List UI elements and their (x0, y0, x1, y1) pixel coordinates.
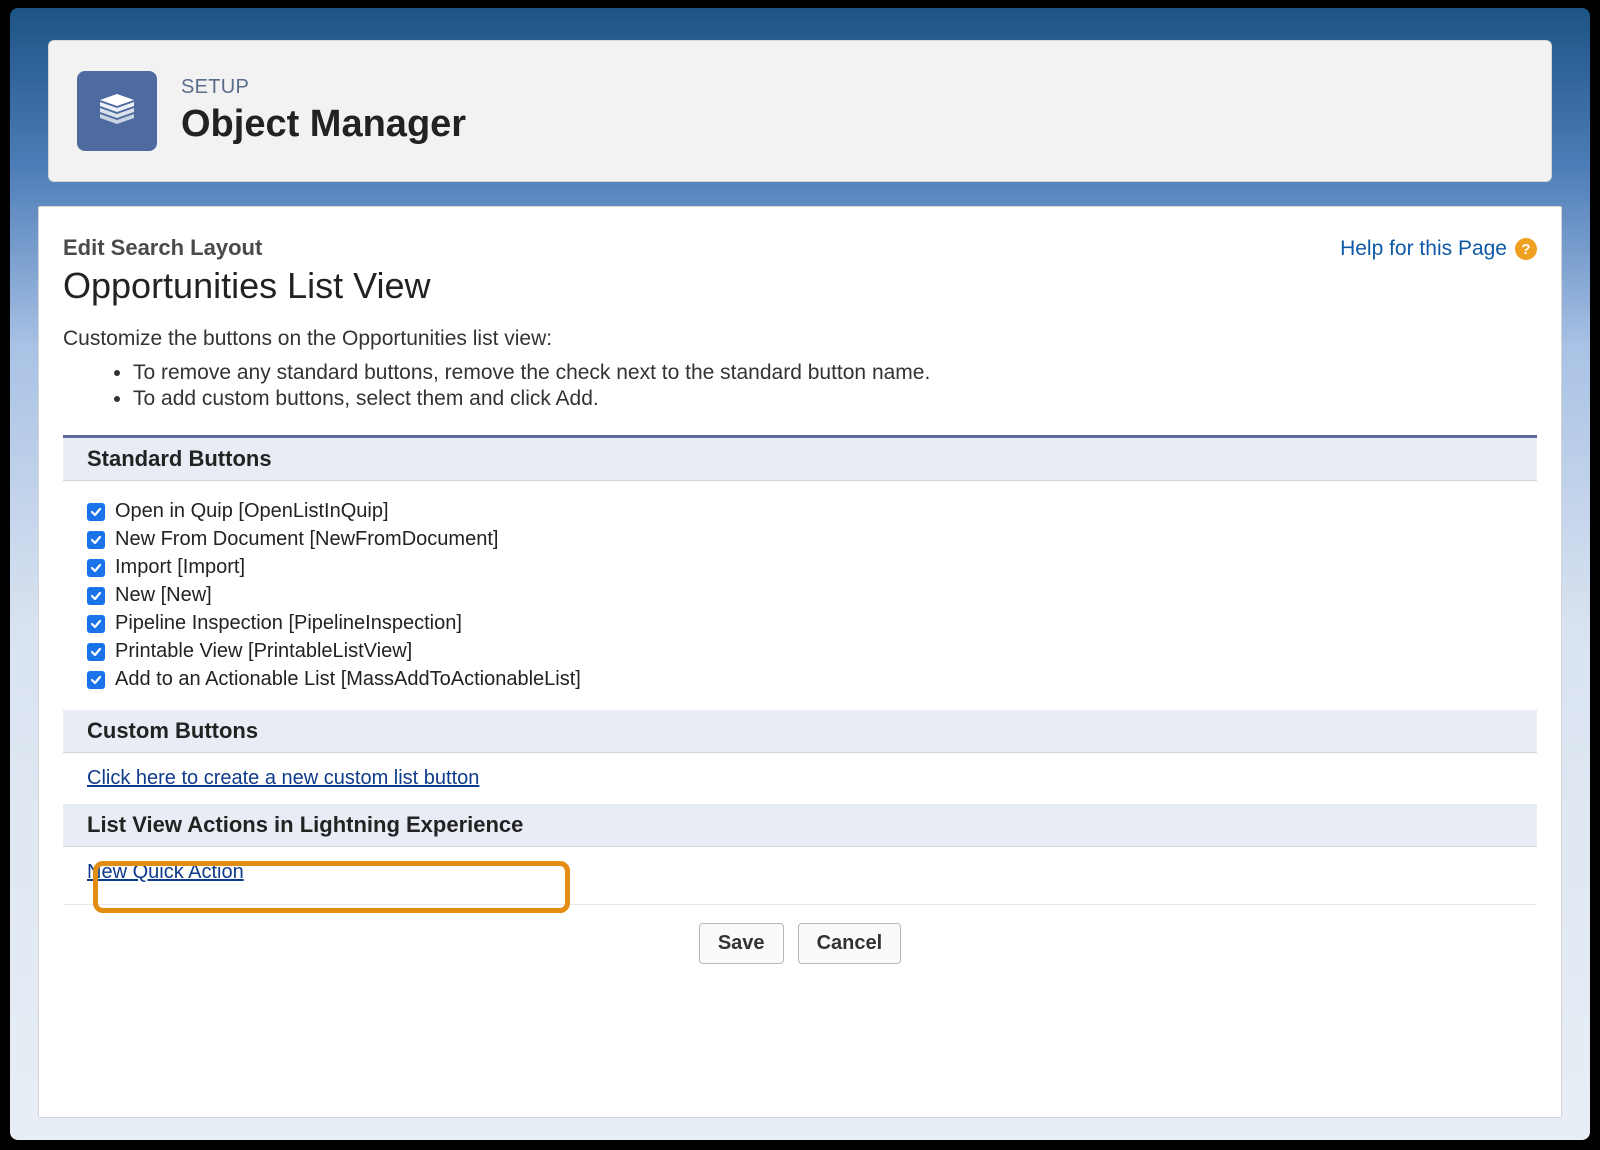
checkbox[interactable] (87, 559, 105, 577)
custom-buttons-section: Custom Buttons Click here to create a ne… (63, 710, 1537, 804)
title-block: Edit Search Layout Opportunities List Vi… (63, 235, 431, 327)
std-btn-row-open-in-quip: Open in Quip [OpenListInQuip] (87, 500, 1513, 523)
setup-label: SETUP (181, 76, 466, 99)
edit-search-layout-label: Edit Search Layout (63, 235, 431, 261)
save-button[interactable]: Save (699, 923, 784, 964)
std-btn-label: Add to an Actionable List [MassAddToActi… (115, 668, 581, 691)
app-frame: SETUP Object Manager Edit Search Layout … (10, 8, 1590, 1140)
std-btn-label: Printable View [PrintableListView] (115, 640, 412, 663)
intro-bullets: To remove any standard buttons, remove t… (133, 361, 1537, 411)
list-view-actions-header: List View Actions in Lightning Experienc… (63, 804, 1537, 847)
list-view-actions-section: List View Actions in Lightning Experienc… (63, 804, 1537, 898)
std-btn-row-printable-view: Printable View [PrintableListView] (87, 640, 1513, 663)
object-manager-icon (77, 71, 157, 151)
new-quick-action-link[interactable]: New Quick Action (87, 861, 244, 883)
checkbox[interactable] (87, 587, 105, 605)
custom-buttons-body: Click here to create a new custom list b… (63, 753, 1537, 804)
help-icon: ? (1515, 238, 1537, 260)
intro-text: Customize the buttons on the Opportuniti… (63, 327, 1537, 351)
standard-buttons-body: Open in Quip [OpenListInQuip] New From D… (63, 481, 1537, 710)
setup-header-card: SETUP Object Manager (48, 40, 1552, 182)
page-title: Opportunities List View (63, 265, 431, 307)
content-top-row: Edit Search Layout Opportunities List Vi… (63, 235, 1537, 327)
checkbox[interactable] (87, 671, 105, 689)
intro-bullet: To remove any standard buttons, remove t… (133, 361, 1537, 385)
std-btn-row-add-to-actionable-list: Add to an Actionable List [MassAddToActi… (87, 668, 1513, 691)
new-custom-button-link[interactable]: Click here to create a new custom list b… (87, 767, 479, 789)
page-header-title: Object Manager (181, 103, 466, 146)
standard-buttons-header: Standard Buttons (63, 438, 1537, 481)
standard-buttons-section: Standard Buttons Open in Quip [OpenListI… (63, 435, 1537, 710)
checkbox[interactable] (87, 615, 105, 633)
help-link-text: Help for this Page (1340, 237, 1507, 261)
std-btn-label: Pipeline Inspection [PipelineInspection] (115, 612, 462, 635)
std-btn-label: Import [Import] (115, 556, 245, 579)
checkbox[interactable] (87, 503, 105, 521)
std-btn-label: New [New] (115, 584, 212, 607)
checkbox[interactable] (87, 643, 105, 661)
list-view-actions-body: New Quick Action (63, 847, 1537, 898)
std-btn-row-pipeline-inspection: Pipeline Inspection [PipelineInspection] (87, 612, 1513, 635)
std-btn-row-import: Import [Import] (87, 556, 1513, 579)
std-btn-label: Open in Quip [OpenListInQuip] (115, 500, 389, 523)
std-btn-label: New From Document [NewFromDocument] (115, 528, 498, 551)
custom-buttons-header: Custom Buttons (63, 710, 1537, 753)
help-link[interactable]: Help for this Page ? (1340, 237, 1537, 261)
intro-bullet: To add custom buttons, select them and c… (133, 387, 1537, 411)
header-text: SETUP Object Manager (181, 76, 466, 146)
std-btn-row-new-from-document: New From Document [NewFromDocument] (87, 528, 1513, 551)
footer-button-bar: Save Cancel (63, 904, 1537, 970)
cancel-button[interactable]: Cancel (798, 923, 902, 964)
checkbox[interactable] (87, 531, 105, 549)
std-btn-row-new: New [New] (87, 584, 1513, 607)
content-card: Edit Search Layout Opportunities List Vi… (38, 206, 1562, 1118)
